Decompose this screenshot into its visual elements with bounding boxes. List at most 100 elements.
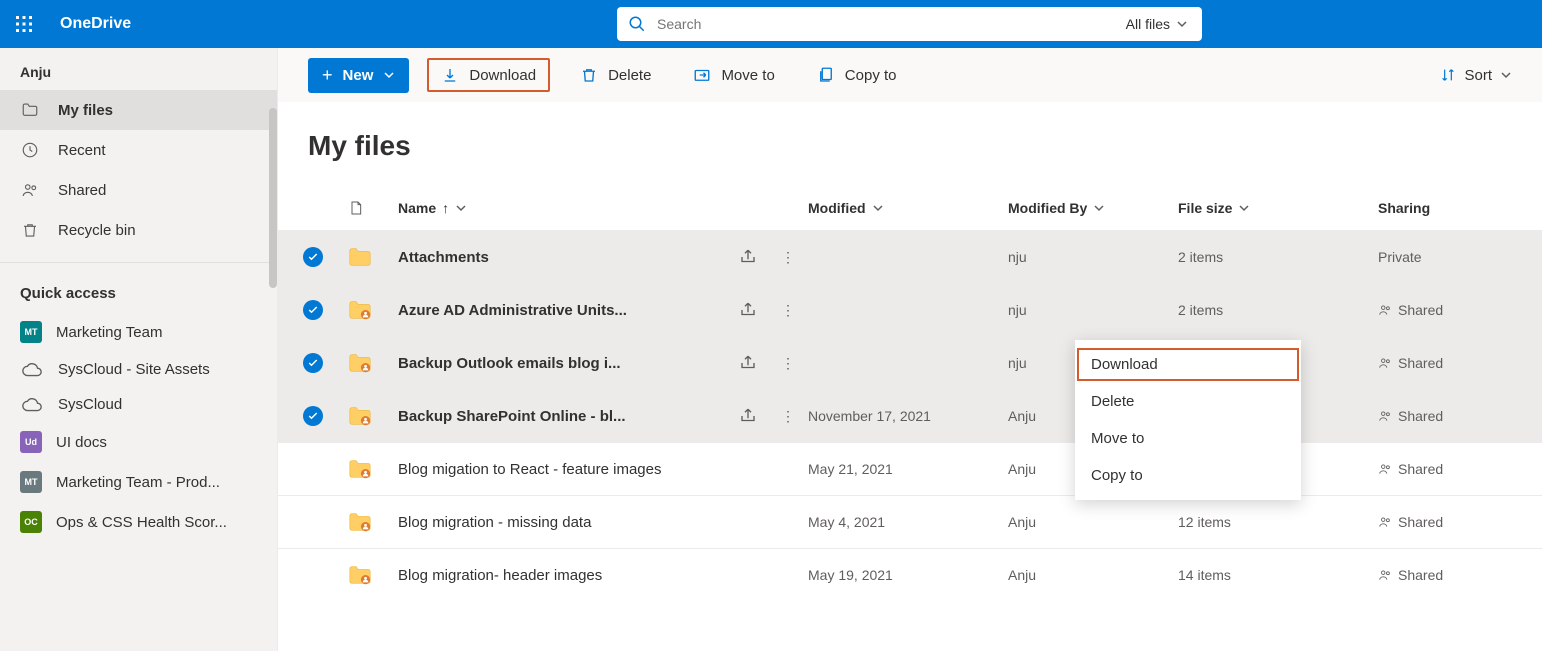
share-action-icon[interactable] — [728, 301, 768, 319]
chevron-down-icon — [1500, 69, 1512, 81]
delete-icon — [580, 66, 598, 84]
file-name[interactable]: Azure AD Administrative Units... — [398, 302, 728, 319]
column-file-size[interactable]: File size — [1178, 200, 1378, 216]
share-action-icon[interactable] — [728, 248, 768, 266]
context-copyto[interactable]: Copy to — [1075, 457, 1301, 494]
more-actions-icon[interactable]: ⋮ — [768, 249, 808, 266]
new-button-label: New — [343, 67, 374, 84]
quick-access-label: SysCloud - Site Assets — [58, 361, 210, 378]
row-check-icon[interactable] — [303, 406, 323, 426]
search-scope-dropdown[interactable]: All files — [1112, 16, 1202, 32]
moveto-button[interactable]: Move to — [681, 60, 786, 90]
size-cell: 2 items — [1178, 302, 1378, 318]
file-name[interactable]: Backup SharePoint Online - bl... — [398, 408, 728, 425]
download-button[interactable]: Download — [427, 58, 550, 92]
table-row[interactable]: Blog migration- header images May 19, 20… — [278, 548, 1542, 601]
quick-access-label: Marketing Team - Prod... — [56, 474, 220, 491]
modified-cell: May 21, 2021 — [808, 461, 1008, 477]
modified-by-cell: Anju — [1008, 567, 1178, 583]
search-input[interactable] — [657, 16, 1112, 32]
table-row[interactable]: Backup Outlook emails blog i... ⋮ nju 30… — [278, 336, 1542, 389]
app-launcher-button[interactable] — [0, 0, 48, 48]
column-sharing[interactable]: Sharing — [1378, 200, 1542, 216]
copyto-button[interactable]: Copy to — [805, 60, 909, 90]
file-name[interactable]: Blog migration - missing data — [398, 514, 728, 531]
team-badge-icon: MT — [20, 321, 42, 343]
more-actions-icon[interactable]: ⋮ — [768, 302, 808, 319]
clock-icon — [20, 140, 40, 160]
chevron-down-icon — [1176, 18, 1188, 30]
file-name[interactable]: Attachments — [398, 249, 728, 266]
table-row[interactable]: Attachments ⋮ nju 2 items Private — [278, 230, 1542, 283]
sharing-cell[interactable]: Private — [1378, 249, 1542, 265]
column-icon — [348, 199, 398, 217]
scrollbar-thumb[interactable] — [269, 108, 277, 288]
sharing-cell[interactable]: Shared — [1378, 355, 1542, 371]
sidebar-item-label: Shared — [58, 182, 106, 199]
folder-icon — [348, 512, 372, 532]
table-row[interactable]: Backup SharePoint Online - bl... ⋮ Novem… — [278, 389, 1542, 442]
share-action-icon[interactable] — [728, 354, 768, 372]
sharing-cell[interactable]: Shared — [1378, 567, 1542, 583]
context-delete[interactable]: Delete — [1075, 383, 1301, 420]
sidebar-item-myfiles[interactable]: My files — [0, 90, 277, 130]
folder-icon — [348, 459, 372, 479]
folder-icon — [348, 247, 372, 267]
sharing-cell[interactable]: Shared — [1378, 408, 1542, 424]
column-modified-by[interactable]: Modified By — [1008, 200, 1178, 216]
file-name[interactable]: Backup Outlook emails blog i... — [398, 355, 728, 372]
share-action-icon[interactable] — [728, 407, 768, 425]
search-box[interactable]: All files — [617, 7, 1202, 41]
modified-by-cell: Anju — [1008, 514, 1178, 530]
quick-access-item[interactable]: SysCloud - Site Assets — [0, 352, 277, 387]
size-cell: 12 items — [1178, 514, 1378, 530]
sidebar-divider — [0, 262, 277, 263]
row-check-icon[interactable] — [303, 353, 323, 373]
context-download[interactable]: Download — [1075, 346, 1301, 383]
sharing-cell[interactable]: Shared — [1378, 302, 1542, 318]
sidebar-item-recent[interactable]: Recent — [0, 130, 277, 170]
sharing-cell[interactable]: Shared — [1378, 514, 1542, 530]
quick-access-label: UI docs — [56, 434, 107, 451]
sidebar-item-recyclebin[interactable]: Recycle bin — [0, 210, 277, 250]
folder-icon — [348, 353, 372, 373]
app-name[interactable]: OneDrive — [60, 15, 131, 33]
file-name[interactable]: Blog migation to React - feature images — [398, 461, 728, 478]
table-row[interactable]: Blog migation to React - feature images … — [278, 442, 1542, 495]
chevron-down-icon — [455, 202, 467, 214]
row-check-icon[interactable] — [303, 247, 323, 267]
download-label: Download — [469, 67, 536, 84]
new-button[interactable]: + New — [308, 58, 409, 93]
size-cell: 2 items — [1178, 249, 1378, 265]
sidebar-user: Anju — [0, 48, 277, 90]
column-name[interactable]: Name ↑ — [398, 200, 728, 216]
quick-access-item[interactable]: SysCloud — [0, 387, 277, 422]
quick-access-item[interactable]: MT Marketing Team — [0, 312, 277, 352]
folder-icon — [348, 300, 372, 320]
more-actions-icon[interactable]: ⋮ — [768, 408, 808, 425]
sort-button[interactable]: Sort — [1440, 67, 1512, 84]
delete-label: Delete — [608, 67, 651, 84]
team-badge-icon: Ud — [20, 431, 42, 453]
file-name[interactable]: Blog migration- header images — [398, 567, 728, 584]
quick-access-item[interactable]: Ud UI docs — [0, 422, 277, 462]
context-moveto[interactable]: Move to — [1075, 420, 1301, 457]
row-check-icon[interactable] — [303, 300, 323, 320]
quick-access-item[interactable]: MT Marketing Team - Prod... — [0, 462, 277, 502]
modified-cell: November 17, 2021 — [808, 408, 1008, 424]
delete-button[interactable]: Delete — [568, 60, 663, 90]
folder-icon — [20, 100, 40, 120]
plus-icon: + — [322, 65, 333, 86]
sidebar: Anju My files Recent Shared Recycle bin … — [0, 48, 278, 651]
bin-icon — [20, 220, 40, 240]
column-modified[interactable]: Modified — [808, 200, 1008, 216]
folder-icon — [348, 565, 372, 585]
chevron-down-icon — [1093, 202, 1105, 214]
sharing-cell[interactable]: Shared — [1378, 461, 1542, 477]
table-row[interactable]: Blog migration - missing data May 4, 202… — [278, 495, 1542, 548]
header-bar: OneDrive All files — [0, 0, 1542, 48]
more-actions-icon[interactable]: ⋮ — [768, 355, 808, 372]
quick-access-item[interactable]: OC Ops & CSS Health Scor... — [0, 502, 277, 542]
sidebar-item-shared[interactable]: Shared — [0, 170, 277, 210]
table-row[interactable]: Azure AD Administrative Units... ⋮ nju 2… — [278, 283, 1542, 336]
